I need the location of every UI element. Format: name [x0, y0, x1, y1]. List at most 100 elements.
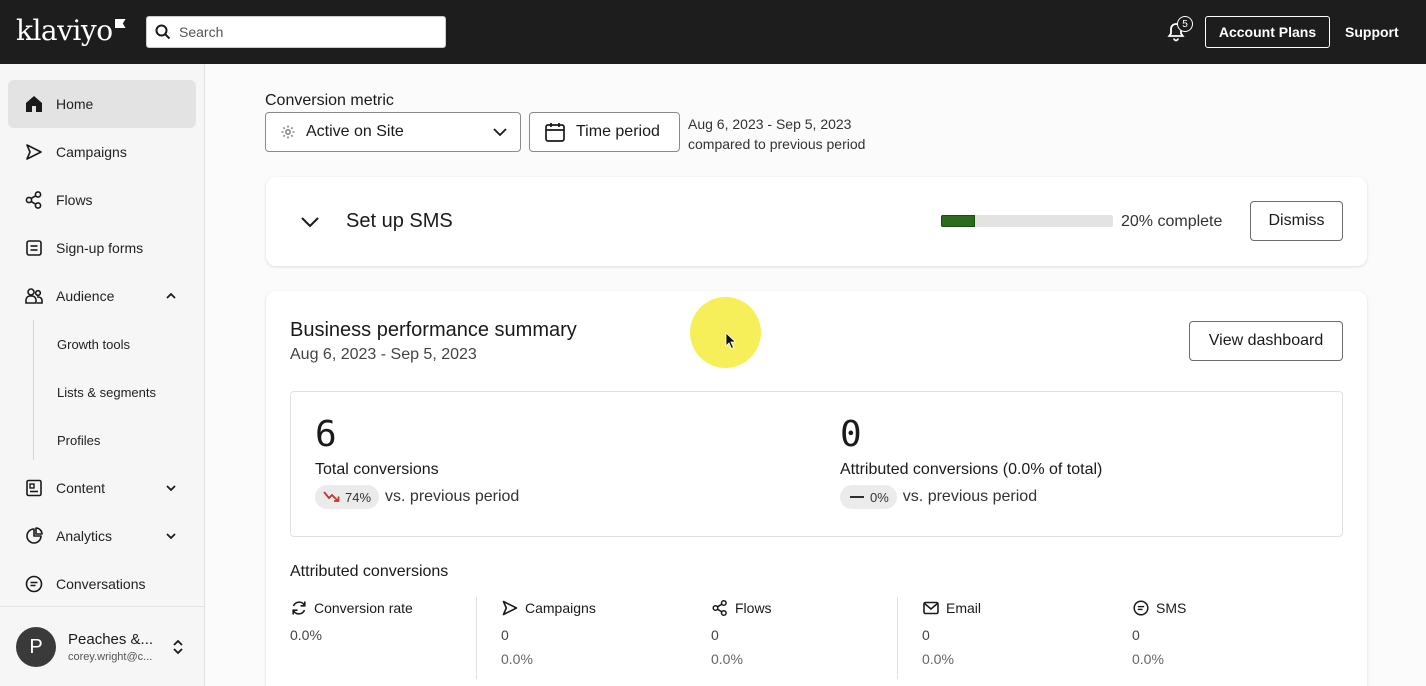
- support-link[interactable]: Support: [1345, 24, 1399, 40]
- date-range: Aug 6, 2023 - Sep 5, 2023: [688, 116, 852, 132]
- sidebar-item-label: Analytics: [56, 528, 113, 544]
- campaigns-column: Campaigns 0 0.0%: [501, 597, 701, 667]
- content-icon: [26, 479, 42, 497]
- chevron-down-icon: [166, 485, 176, 492]
- sidebar-item-flows[interactable]: Flows: [8, 176, 196, 224]
- performance-summary-card: Business performance summary Aug 6, 2023…: [266, 291, 1367, 686]
- sms-icon: [1133, 600, 1149, 616]
- sidebar-item-content[interactable]: Content: [8, 464, 196, 512]
- sidebar-subitem-lists-segments[interactable]: Lists & segments: [57, 385, 156, 400]
- flows-pct: 0.0%: [711, 651, 743, 667]
- flows-icon: [712, 599, 727, 617]
- klaviyo-logo[interactable]: klaviyo: [16, 14, 126, 47]
- flows-column: Flows 0 0.0%: [711, 597, 911, 667]
- date-range-text: Aug 6, 2023 - Sep 5, 2023 compared to pr…: [688, 114, 865, 154]
- email-column: Email 0 0.0%: [922, 597, 1122, 667]
- sidebar-item-campaigns[interactable]: Campaigns: [8, 128, 196, 176]
- chevron-down-icon[interactable]: [299, 211, 321, 233]
- search-input[interactable]: [179, 24, 429, 40]
- sidebar-item-conversations[interactable]: Conversations: [8, 560, 196, 608]
- sms-progress-bar: [941, 215, 1113, 227]
- trend-down-icon: [323, 491, 340, 502]
- sidebar-subitem-profiles[interactable]: Profiles: [57, 433, 100, 448]
- delta-suffix: vs. previous period: [902, 488, 1038, 505]
- progress-fill: [941, 215, 976, 227]
- sidebar-item-signup-forms[interactable]: Sign-up forms: [8, 224, 196, 272]
- main-content: Conversion metric Active on Site Time pe…: [206, 64, 1426, 686]
- delta-badge: 74%: [315, 485, 380, 509]
- attributed-conversions-title: Attributed conversions: [290, 563, 449, 580]
- progress-label: 20% complete: [1121, 213, 1223, 230]
- search-icon: [155, 24, 171, 40]
- column-divider: [897, 597, 898, 679]
- chat-icon: [25, 575, 43, 593]
- attributed-conversions-value: 0: [840, 414, 862, 455]
- sidebar: Home Campaigns Flows Sign-up forms Audie…: [0, 64, 205, 686]
- refresh-icon: [292, 601, 306, 615]
- dash-icon: [850, 496, 864, 498]
- view-dashboard-button[interactable]: View dashboard: [1189, 321, 1343, 361]
- campaigns-value: 0: [501, 627, 509, 643]
- audience-icon: [25, 288, 43, 304]
- sidebar-item-label: Content: [56, 480, 106, 496]
- sidebar-subitem-growth-tools[interactable]: Growth tools: [57, 337, 130, 352]
- sidebar-item-analytics[interactable]: Analytics: [8, 512, 196, 560]
- email-value: 0: [922, 627, 930, 643]
- attributed-conversions-delta: 0% vs. previous period: [840, 485, 1102, 509]
- conversion-rate-column: Conversion rate 0.0%: [290, 597, 490, 643]
- performance-date: Aug 6, 2023 - Sep 5, 2023: [290, 346, 477, 363]
- top-bar: klaviyo 5 Account Plans Support: [0, 0, 1426, 64]
- email-pct: 0.0%: [922, 651, 954, 667]
- sidebar-item-label: Conversations: [56, 576, 146, 592]
- dismiss-button[interactable]: Dismiss: [1250, 201, 1343, 241]
- calendar-icon: [545, 123, 565, 142]
- conversion-metric-select[interactable]: Active on Site: [265, 112, 521, 152]
- sidebar-item-label: Campaigns: [56, 144, 127, 160]
- total-conversions-value: 6: [315, 414, 337, 455]
- attributed-conversions-label: Attributed conversions (0.0% of total): [840, 461, 1103, 478]
- flows-icon: [25, 191, 42, 209]
- sidebar-item-label: Sign-up forms: [56, 240, 144, 256]
- conversion-rate-value: 0.0%: [290, 627, 322, 643]
- conversion-metric-label: Conversion metric: [265, 92, 394, 109]
- sms-value: 0: [1132, 627, 1140, 643]
- home-icon: [26, 96, 42, 112]
- metric-value: Active on Site: [306, 123, 404, 140]
- time-period-label: Time period: [576, 123, 660, 140]
- sms-setup-card: Set up SMS 20% complete Dismiss: [266, 177, 1367, 266]
- comparison-text: compared to previous period: [688, 136, 866, 152]
- account-plans-button[interactable]: Account Plans: [1205, 16, 1330, 48]
- performance-title: Business performance summary: [290, 319, 577, 341]
- sidebar-item-home[interactable]: Home: [8, 80, 196, 128]
- delta-suffix: vs. previous period: [385, 488, 520, 505]
- notification-badge: 5: [1177, 16, 1193, 32]
- delta-badge: 0%: [840, 485, 897, 509]
- sidebar-item-label: Audience: [56, 288, 115, 304]
- chevron-updown-icon[interactable]: [170, 637, 186, 657]
- analytics-icon: [26, 527, 43, 544]
- total-conversions-stat: 6 Total conversions 74% vs. previous per…: [315, 414, 519, 509]
- conversion-stats-box: 6 Total conversions 74% vs. previous per…: [290, 391, 1343, 537]
- sidebar-item-label: Flows: [56, 192, 93, 208]
- account-email: corey.wright@c...: [68, 651, 153, 663]
- total-conversions-delta: 74% vs. previous period: [315, 485, 519, 509]
- send-icon: [26, 144, 42, 160]
- account-switcher[interactable]: P Peaches &... corey.wright@c...: [0, 606, 205, 686]
- column-divider: [476, 597, 477, 679]
- flows-value: 0: [711, 627, 719, 643]
- sidebar-item-label: Home: [56, 96, 94, 112]
- search-box[interactable]: [146, 16, 446, 48]
- avatar: P: [16, 627, 56, 667]
- attributed-conversions-stat: 0 Attributed conversions (0.0% of total)…: [840, 414, 1102, 509]
- chevron-up-icon: [166, 292, 176, 299]
- sms-pct: 0.0%: [1132, 651, 1164, 667]
- sidebar-item-audience[interactable]: Audience: [8, 272, 196, 320]
- chevron-down-icon: [493, 128, 507, 137]
- account-name: Peaches &...: [68, 631, 154, 648]
- campaigns-pct: 0.0%: [501, 651, 533, 667]
- email-icon: [923, 601, 939, 615]
- send-icon: [502, 600, 518, 616]
- submenu-line: [33, 320, 34, 460]
- time-period-button[interactable]: Time period: [529, 112, 680, 152]
- total-conversions-label: Total conversions: [315, 461, 439, 478]
